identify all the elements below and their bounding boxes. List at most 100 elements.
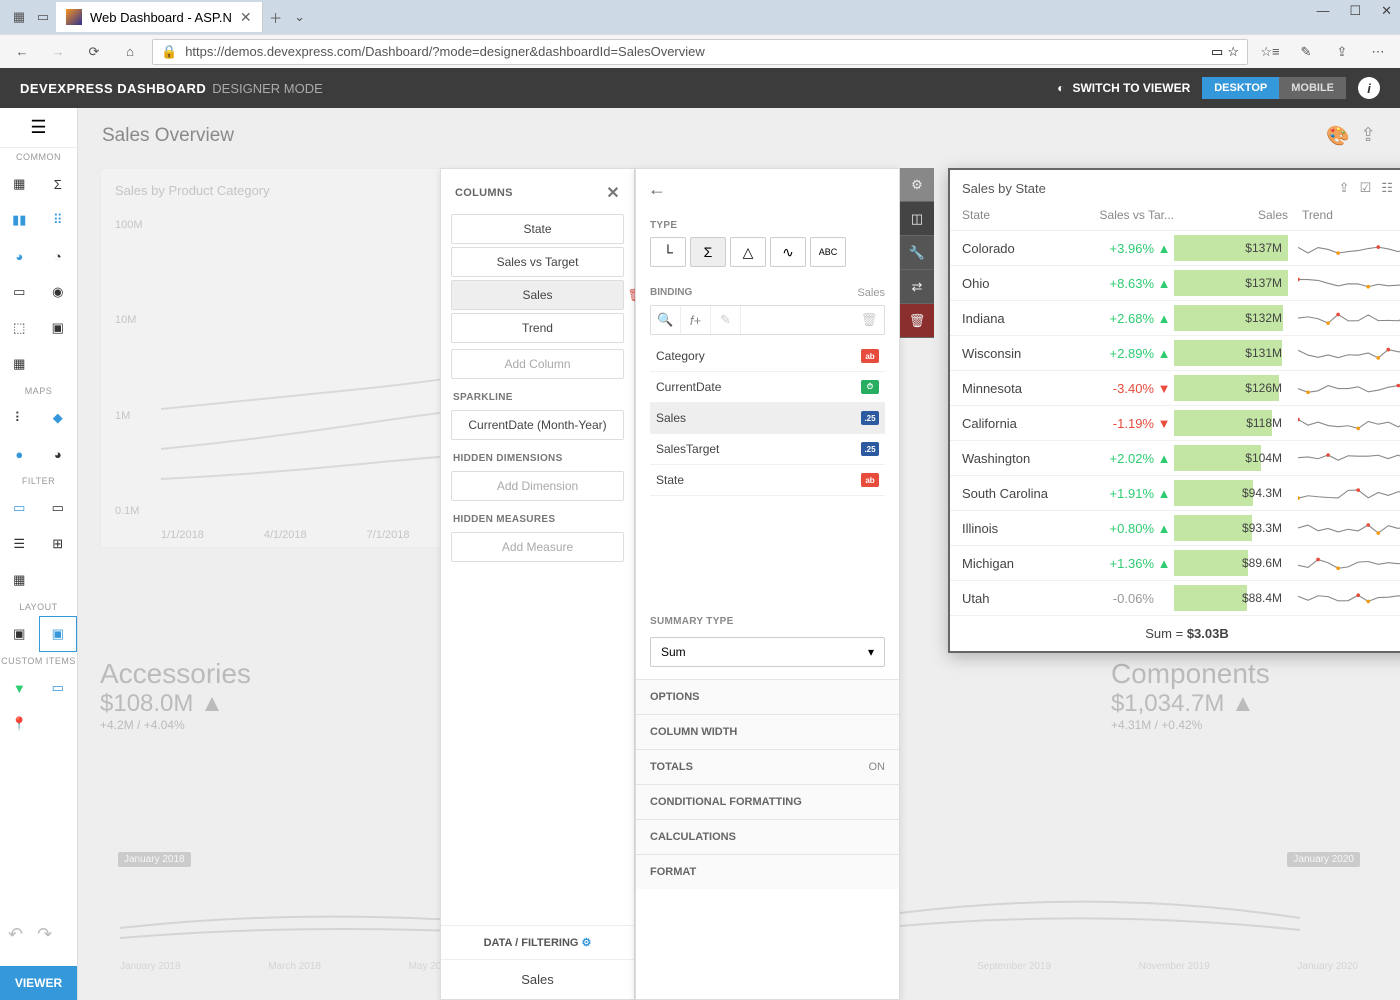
type-sparkline[interactable]: ∿ [770, 237, 806, 267]
section-calculations[interactable]: CALCULATIONS [636, 819, 899, 854]
chart-icon[interactable]: ▮▮ [0, 202, 39, 238]
multiselect-icon[interactable]: ☑ [1360, 180, 1372, 196]
more-icon[interactable]: ⋯ [1364, 38, 1392, 66]
home-button[interactable]: ⌂ [116, 38, 144, 66]
range-icon[interactable]: ▭ [0, 490, 39, 526]
new-tab-icon[interactable]: ＋ [265, 6, 287, 28]
column-trend[interactable]: Trend [451, 313, 624, 343]
maximize-icon[interactable]: ☐ [1349, 3, 1361, 19]
export-icon[interactable]: ⇪ [1360, 124, 1376, 148]
switch-viewer[interactable]: ◐ SWITCH TO VIEWER [1057, 81, 1190, 95]
mobile-mode[interactable]: MOBILE [1279, 77, 1346, 99]
undo-icon[interactable]: ↶ [8, 924, 23, 945]
bubble-map-icon[interactable]: ● [0, 436, 39, 472]
add-dimension[interactable]: Add Dimension [451, 471, 624, 501]
section-options[interactable]: OPTIONS [636, 679, 899, 714]
minimize-icon[interactable]: — [1316, 3, 1329, 19]
sparkline-field[interactable]: CurrentDate (Month-Year) [451, 410, 624, 440]
close-icon[interactable]: ✕ [606, 183, 620, 203]
section-conditional-formatting[interactable]: CONDITIONAL FORMATTING [636, 784, 899, 819]
tab-close-icon[interactable]: ✕ [240, 9, 252, 26]
date-icon[interactable]: ▦ [0, 562, 39, 598]
close-icon[interactable]: ✕ [1381, 3, 1392, 19]
section-format[interactable]: FORMAT [636, 854, 899, 889]
table-row[interactable]: Washington +2.02% ▲ $104M [950, 441, 1400, 476]
panel-footer-label[interactable]: Sales [441, 960, 634, 999]
tab-preview-icon[interactable]: ▭ [32, 6, 54, 28]
image-icon[interactable]: ▣ [39, 310, 78, 346]
bound-image-icon[interactable]: ▦ [0, 346, 39, 382]
add-column[interactable]: Add Column [451, 349, 624, 379]
type-measure[interactable]: Σ [690, 237, 726, 267]
group-icon[interactable]: ▣ [0, 616, 39, 652]
info-button[interactable]: i [1358, 77, 1380, 99]
table-row[interactable]: California -1.19% ▼ $118M [950, 406, 1400, 441]
tab-container-icon[interactable]: ▣ [39, 616, 78, 652]
field-category[interactable]: Categoryab [650, 341, 885, 372]
treemap-icon[interactable]: ◉ [39, 274, 78, 310]
add-measure[interactable]: Add Measure [451, 532, 624, 562]
data-filtering[interactable]: DATA / FILTERING ⚙ [441, 926, 634, 960]
field-currentdate[interactable]: CurrentDate⏱ [650, 372, 885, 403]
pivot-icon[interactable]: Σ [39, 166, 78, 202]
table-row[interactable]: Utah -0.06% $88.4M [950, 581, 1400, 616]
funnel-icon[interactable]: ▼ [0, 670, 39, 706]
reading-view-icon[interactable]: ▭ [1211, 44, 1223, 60]
field-sales[interactable]: Sales.25 [650, 403, 885, 434]
pin-icon[interactable]: 📍 [0, 706, 39, 742]
pie-icon[interactable]: ◕ [0, 238, 39, 274]
geopoint-icon[interactable]: ◆ [39, 400, 78, 436]
column-sales[interactable]: Sales🗑 [451, 280, 624, 310]
strip-convert-icon[interactable]: ⇄ [900, 270, 934, 304]
field-search[interactable]: 🔍 f+ ✎ 🗑 [650, 305, 885, 335]
address-bar[interactable]: 🔒 https://demos.devexpress.com/Dashboard… [152, 39, 1248, 65]
pie-map-icon[interactable]: ◕ [39, 436, 78, 472]
choropleth-icon[interactable]: ⠇ [0, 400, 39, 436]
scatter-icon[interactable]: ⠿ [39, 202, 78, 238]
table-row[interactable]: Minnesota -3.40% ▼ $126M [950, 371, 1400, 406]
field-salestarget[interactable]: SalesTarget.25 [650, 434, 885, 465]
strip-wrench-icon[interactable]: 🔧 [900, 236, 934, 270]
text-icon[interactable]: ⬚ [0, 310, 39, 346]
chevron-down-icon[interactable]: ⌄ [289, 6, 311, 28]
redo-icon[interactable]: ↷ [37, 924, 52, 945]
card-icon[interactable]: ▭ [0, 274, 39, 310]
share-icon[interactable]: ⇪ [1328, 38, 1356, 66]
viewer-button[interactable]: VIEWER [0, 966, 77, 1000]
hamburger-icon[interactable]: ☰ [0, 108, 77, 148]
gauge-icon[interactable]: ◔ [39, 238, 78, 274]
combo-icon[interactable]: ▭ [39, 490, 78, 526]
forward-button[interactable]: → [44, 38, 72, 66]
table-row[interactable]: Michigan +1.36% ▲ $89.6M [950, 546, 1400, 581]
table-row[interactable]: Wisconsin +2.89% ▲ $131M [950, 336, 1400, 371]
table-row[interactable]: Colorado +3.96% ▲ $137M [950, 231, 1400, 266]
recent-tabs-icon[interactable]: ▦ [8, 6, 30, 28]
browser-tab[interactable]: Web Dashboard - ASP.N ✕ [56, 2, 263, 32]
summary-select[interactable]: Sum▾ [650, 637, 885, 667]
table-row[interactable]: Indiana +2.68% ▲ $132M [950, 301, 1400, 336]
column-state[interactable]: State [451, 214, 624, 244]
section-column-width[interactable]: COLUMN WIDTH [636, 714, 899, 749]
strip-gear-icon[interactable]: ⚙ [900, 168, 934, 202]
column-sales-vs-target[interactable]: Sales vs Target [451, 247, 624, 277]
filter-icon[interactable]: ☷ [1381, 180, 1393, 196]
type-dimension[interactable]: └ [650, 237, 686, 267]
table-row[interactable]: South Carolina +1.91% ▲ $94.3M [950, 476, 1400, 511]
back-icon[interactable]: ← [648, 179, 666, 199]
notes-icon[interactable]: ✎ [1292, 38, 1320, 66]
back-button[interactable]: ← [8, 38, 36, 66]
type-delta[interactable]: △ [730, 237, 766, 267]
table-row[interactable]: Ohio +8.63% ▲ $137M [950, 266, 1400, 301]
online-map-icon[interactable]: ▭ [39, 670, 78, 706]
favorite-icon[interactable]: ☆ [1227, 44, 1239, 60]
table-row[interactable]: Illinois +0.80% ▲ $93.3M [950, 511, 1400, 546]
desktop-mode[interactable]: DESKTOP [1202, 77, 1279, 99]
strip-bind-icon[interactable]: ◫ [900, 202, 934, 236]
refresh-button[interactable]: ⟳ [80, 38, 108, 66]
tree-icon[interactable]: ⊞ [39, 526, 78, 562]
export-icon[interactable]: ⇪ [1339, 180, 1350, 196]
favorites-list-icon[interactable]: ☆≡ [1256, 38, 1284, 66]
section-totals[interactable]: TOTALSON [636, 749, 899, 784]
list-icon[interactable]: ☰ [0, 526, 39, 562]
grid-item-icon[interactable]: ▦ [0, 166, 39, 202]
